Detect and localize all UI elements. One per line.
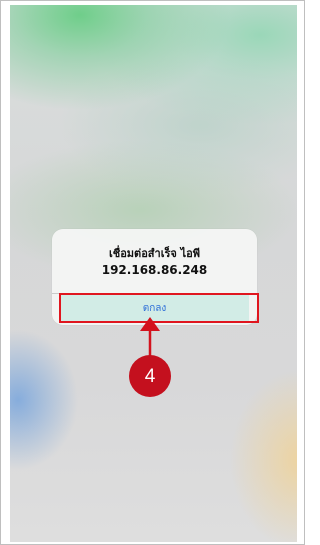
alert-dialog: เชื่อมต่อสำเร็จ ไอพี 192.168.86.248 ตกลง — [52, 229, 257, 325]
dialog-title: เชื่อมต่อสำเร็จ ไอพี — [108, 247, 201, 260]
dialog-ip-address: 192.168.86.248 — [101, 263, 208, 277]
step-number-badge: 4 — [129, 355, 171, 397]
dialog-divider — [52, 293, 257, 294]
